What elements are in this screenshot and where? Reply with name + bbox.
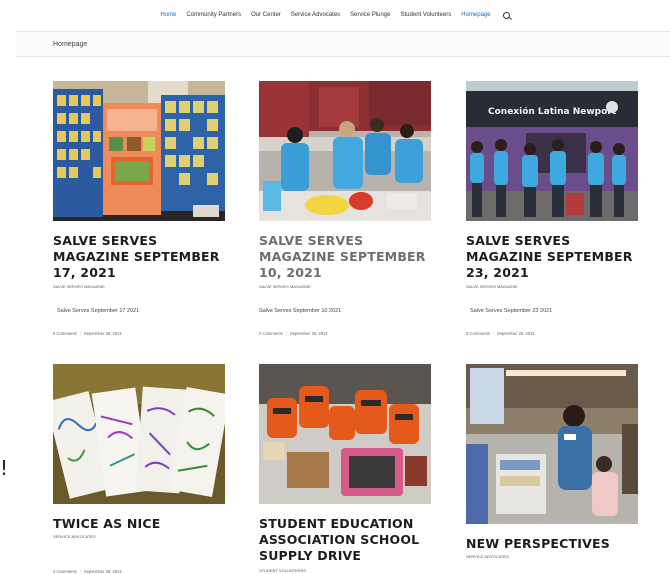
post-thumbnail-backpacks-and-supplies[interactable] (259, 364, 431, 504)
search-icon[interactable] (502, 11, 510, 19)
post-card: Conexión Latina Newport SALVE SERVES MAG… (466, 81, 638, 341)
post-excerpt: Salve Serves September 10 2021 (259, 308, 342, 314)
post-category[interactable]: SERVICE ADVOCATES (466, 554, 509, 559)
post-title[interactable]: SALVE SERVES MAGAZINE SEPTEMBER 23, 2021 (466, 233, 638, 281)
post-thumbnail-handmade-thank-you-cards[interactable] (53, 364, 225, 504)
partial-exclamation-mark: ! (0, 456, 9, 480)
post-comments-link[interactable]: 0 Comments (259, 331, 283, 336)
meta-separator: / (285, 331, 287, 336)
post-comments-link[interactable]: 0 Comments (53, 331, 77, 336)
top-navigation: Home Community Partners Our Center Servi… (0, 0, 670, 30)
post-title[interactable]: SALVE SERVES MAGAZINE SEPTEMBER 17, 2021 (53, 233, 225, 281)
meta-separator: / (79, 331, 81, 336)
nav-homepage[interactable]: Homepage (461, 12, 490, 18)
breadcrumb-bar: Homepage (15, 31, 670, 57)
post-category[interactable]: STUDENT VOLUNTEERS (259, 568, 306, 573)
post-meta: 0 Comments / September 28, 2021 (466, 331, 535, 336)
meta-separator: / (492, 331, 494, 336)
post-title[interactable]: NEW PERSPECTIVES (466, 536, 638, 552)
storefront-sign-text: Conexión Latina Newport (488, 106, 617, 117)
breadcrumb: Homepage (53, 41, 88, 48)
post-thumbnail-volunteers-in-kitchen[interactable] (259, 81, 431, 221)
post-date: September 28, 2021 (83, 331, 122, 336)
post-card: NEW PERSPECTIVES SERVICE ADVOCATES (466, 364, 638, 574)
post-card: TWICE AS NICE SERVICE ADVOCATES 0 Commen… (53, 364, 225, 574)
nav-our-center[interactable]: Our Center (251, 12, 281, 18)
post-category[interactable]: SALVE SERVES MAGAZINE (259, 284, 311, 289)
post-excerpt: Salve Serves September 23 2021 (470, 308, 553, 314)
post-title[interactable]: STUDENT EDUCATION ASSOCIATION SCHOOL SUP… (259, 516, 431, 564)
post-category[interactable]: SALVE SERVES MAGAZINE (466, 284, 518, 289)
post-meta: 0 Comments / September 28, 2021 (53, 331, 122, 336)
post-card: SALVE SERVES MAGAZINE SEPTEMBER 10, 2021… (259, 81, 431, 341)
post-title[interactable]: TWICE AS NICE (53, 516, 225, 532)
nav-service-advocates[interactable]: Service Advocates (291, 12, 340, 18)
post-category[interactable]: SERVICE ADVOCATES (53, 534, 96, 539)
post-comments-link[interactable]: 0 Comments (466, 331, 490, 336)
nav-community-partners[interactable]: Community Partners (186, 12, 241, 18)
nav-service-plunge[interactable]: Service Plunge (350, 12, 390, 18)
post-meta: 0 Comments / September 28, 2021 (53, 569, 122, 574)
post-date: September 28, 2021 (289, 331, 328, 336)
nav-student-volunteers[interactable]: Student Volunteers (401, 12, 452, 18)
post-meta: 0 Comments / September 28, 2021 (259, 331, 328, 336)
post-date: September 28, 2021 (83, 569, 122, 574)
post-excerpt: Salve Serves September 17 2021 (57, 308, 140, 314)
post-card: SALVE SERVES MAGAZINE SEPTEMBER 17, 2021… (53, 81, 225, 341)
nav-home[interactable]: Home (160, 12, 176, 18)
post-card: STUDENT EDUCATION ASSOCIATION SCHOOL SUP… (259, 364, 431, 574)
post-title[interactable]: SALVE SERVES MAGAZINE SEPTEMBER 10, 2021 (259, 233, 431, 281)
post-thumbnail-volunteers-outside-center[interactable]: Conexión Latina Newport (466, 81, 638, 221)
post-date: September 28, 2021 (496, 331, 535, 336)
post-thumbnail-trifold-poster-board[interactable] (53, 81, 225, 221)
post-comments-link[interactable]: 0 Comments (53, 569, 77, 574)
post-thumbnail-volunteer-serving-child[interactable] (466, 364, 638, 524)
meta-separator: / (79, 569, 81, 574)
post-category[interactable]: SALVE SERVES MAGAZINE (53, 284, 105, 289)
